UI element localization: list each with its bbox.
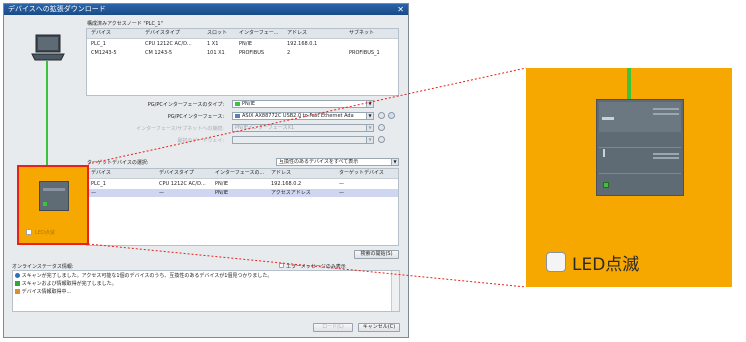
zoom-led-flash-checkbox[interactable] xyxy=(546,252,566,272)
zoomed-plc-device-icon xyxy=(596,99,684,196)
plc-divider xyxy=(599,173,681,174)
zoomed-plc-panel: LED点滅 xyxy=(526,68,732,287)
plc-ethernet-port-icon xyxy=(603,182,609,188)
plc-terminal-strip xyxy=(653,157,679,159)
zoom-led-flash-label: LED点滅 xyxy=(572,255,640,275)
plc-logo-mark xyxy=(602,117,614,120)
zoom-connection-line xyxy=(627,68,631,100)
plc-terminal-strip xyxy=(653,108,679,110)
plc-terminal-strip xyxy=(653,113,679,115)
plc-divider xyxy=(599,147,681,148)
plc-indicator xyxy=(603,149,605,157)
plc-terminal-strip xyxy=(653,153,679,155)
